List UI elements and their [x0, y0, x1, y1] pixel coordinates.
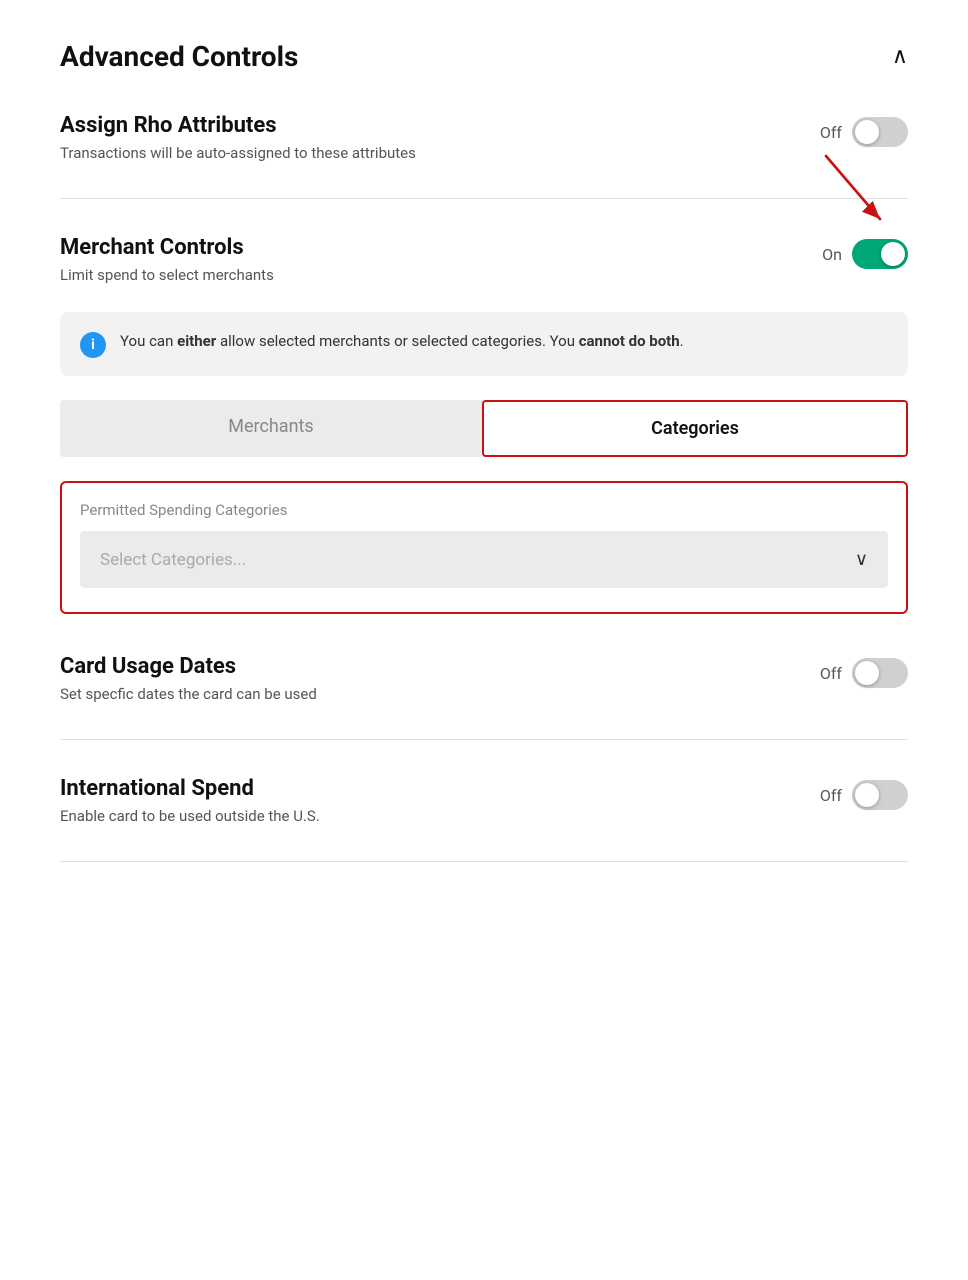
info-text: You can either allow selected merchants … [120, 330, 684, 353]
categories-placeholder: Select Categories... [100, 550, 246, 570]
collapse-icon[interactable]: ∧ [892, 44, 908, 69]
card-usage-dates-thumb [855, 661, 879, 685]
merchant-controls-state-label: On [822, 245, 842, 264]
international-spend-label: International Spend [60, 776, 796, 801]
assign-rho-thumb [855, 120, 879, 144]
categories-box: Permitted Spending Categories Select Cat… [60, 481, 908, 614]
international-spend-toggle-group: Off [820, 780, 908, 810]
international-spend-state-label: Off [820, 786, 842, 805]
assign-rho-toggle-group: Off [820, 117, 908, 147]
card-usage-dates-state-label: Off [820, 664, 842, 683]
international-spend-text: International Spend Enable card to be us… [60, 776, 820, 825]
info-icon: i [80, 332, 106, 358]
merchant-controls-row: Merchant Controls Limit spend to select … [60, 227, 908, 292]
card-usage-dates-toggle-group: Off [820, 658, 908, 688]
info-box: i You can either allow selected merchant… [60, 312, 908, 376]
divider-1 [60, 198, 908, 199]
merchant-controls-text: Merchant Controls Limit spend to select … [60, 235, 822, 284]
categories-select-dropdown[interactable]: Select Categories... ∨ [80, 531, 888, 588]
merchant-controls-description: Limit spend to select merchants [60, 266, 798, 284]
card-usage-dates-description: Set specfic dates the card can be used [60, 685, 796, 703]
international-spend-row: International Spend Enable card to be us… [60, 768, 908, 833]
advanced-controls-header: Advanced Controls ∧ [60, 40, 908, 73]
card-usage-dates-row: Card Usage Dates Set specfic dates the c… [60, 646, 908, 711]
assign-rho-toggle[interactable] [852, 117, 908, 147]
divider-2 [60, 739, 908, 740]
assign-rho-text: Assign Rho Attributes Transactions will … [60, 113, 820, 162]
tab-merchants[interactable]: Merchants [60, 400, 482, 457]
assign-rho-label: Assign Rho Attributes [60, 113, 796, 138]
international-spend-thumb [855, 783, 879, 807]
assign-rho-state-label: Off [820, 123, 842, 142]
assign-rho-row: Assign Rho Attributes Transactions will … [60, 105, 908, 170]
assign-rho-description: Transactions will be auto-assigned to th… [60, 144, 796, 162]
international-spend-description: Enable card to be used outside the U.S. [60, 807, 796, 825]
merchant-controls-toggle-group: On [822, 239, 908, 269]
international-spend-toggle[interactable] [852, 780, 908, 810]
page-title: Advanced Controls [60, 40, 298, 73]
card-usage-dates-label: Card Usage Dates [60, 654, 796, 679]
divider-3 [60, 861, 908, 862]
merchant-controls-label: Merchant Controls [60, 235, 798, 260]
card-usage-dates-text: Card Usage Dates Set specfic dates the c… [60, 654, 820, 703]
merchant-controls-thumb [881, 242, 905, 266]
tab-categories[interactable]: Categories [482, 400, 908, 457]
merchant-controls-toggle[interactable] [852, 239, 908, 269]
card-usage-dates-toggle[interactable] [852, 658, 908, 688]
chevron-down-icon: ∨ [855, 549, 868, 570]
tab-switcher: Merchants Categories [60, 400, 908, 457]
categories-section-label: Permitted Spending Categories [80, 501, 888, 519]
